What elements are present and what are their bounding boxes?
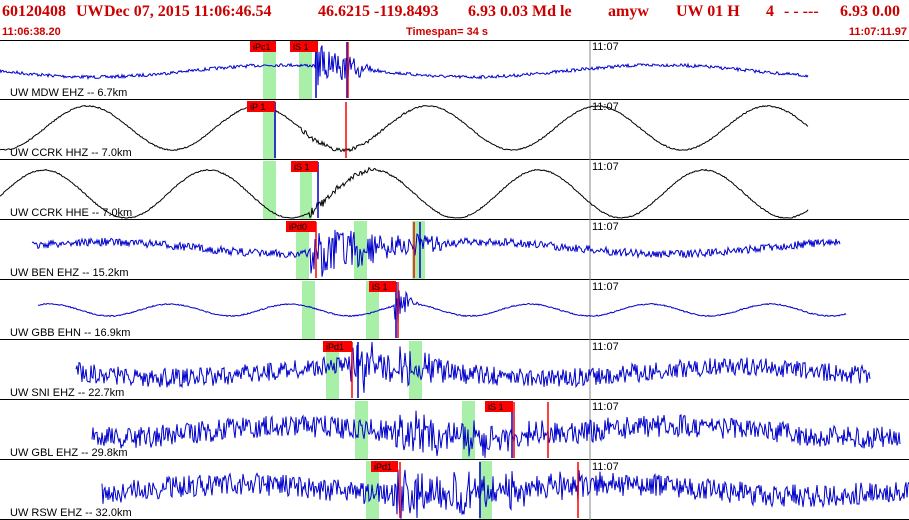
pick-flag-label[interactable]: iP 1 (250, 102, 265, 112)
station-label[interactable]: UW SNI EHZ -- 22.7km (10, 387, 124, 399)
seismogram-panel[interactable]: 11:07 iPc1 iS 1 UW MDW EHZ -- 6.7km 11:07 iP … (0, 40, 909, 520)
pick-flag-label[interactable]: iS 1 (372, 282, 388, 292)
phase-count: 4 (766, 3, 774, 20)
pick-flag-label[interactable]: iPd0 (289, 222, 307, 232)
magnitude-value: 6.93 0.00 (840, 3, 900, 20)
station-label[interactable]: UW RSW EHZ -- 32.0km (10, 507, 132, 519)
start-time: 11:06:38.20 (2, 26, 61, 38)
event-location: 46.6215 -119.8493 (318, 3, 439, 20)
time-mark-label: 11:07 (592, 161, 619, 173)
waveform-trace[interactable] (101, 469, 909, 520)
event-network: UW (76, 3, 104, 20)
pick-flag-label[interactable]: iPd1 (326, 342, 344, 352)
time-mark-label: 11:07 (592, 221, 619, 233)
event-datetime: Dec 07, 2015 11:06:46.54 (104, 3, 272, 20)
analyst-name: amyw (608, 3, 649, 20)
waveform-trace[interactable] (31, 229, 841, 277)
pick-flag-label[interactable]: iS 1 (488, 402, 504, 412)
time-mark-label: 11:07 (592, 41, 619, 53)
station-label[interactable]: UW CCRK HHZ -- 7.0km (10, 147, 132, 159)
time-mark-label: 11:07 (592, 341, 619, 353)
station-label[interactable]: UW MDW EHZ -- 6.7km (10, 87, 127, 99)
event-header: 60120408 UW Dec 07, 2015 11:06:46.54 46.… (0, 0, 909, 40)
pick-flag-label[interactable]: iPc1 (253, 42, 271, 52)
waveform-trace[interactable] (0, 42, 809, 86)
waveform-trace[interactable] (91, 410, 901, 458)
magnitude-info: 6.93 0.03 Md le (468, 3, 572, 20)
phase-window (355, 401, 368, 459)
time-mark-label: 11:07 (592, 401, 619, 413)
time-mark-label: 11:07 (592, 281, 619, 293)
waveform-trace[interactable] (0, 104, 809, 153)
end-time: 11:07:11.97 (848, 26, 907, 38)
event-source: UW 01 H (676, 3, 740, 20)
pick-flag-label[interactable]: iPd1 (374, 462, 392, 472)
waveform-trace[interactable] (38, 290, 847, 324)
station-label[interactable]: UW GBB EHN -- 16.9km (10, 327, 130, 339)
station-label[interactable]: UW CCRK HHE -- 7.0km (10, 207, 132, 219)
station-label[interactable]: UW BEN EHZ -- 15.2km (10, 267, 129, 279)
event-id: 60120408 (2, 3, 66, 20)
time-mark-label: 11:07 (592, 461, 619, 473)
quality-dashes: - - --- (784, 3, 819, 20)
phase-window (302, 281, 315, 339)
timespan: Timespan= 34 s (406, 26, 489, 38)
waveform-trace[interactable] (75, 341, 871, 393)
pick-flag-label[interactable]: iS 1 (294, 162, 310, 172)
station-label[interactable]: UW GBL EHZ -- 29.8km (10, 447, 128, 459)
pick-flag-label[interactable]: iS 1 (293, 42, 309, 52)
